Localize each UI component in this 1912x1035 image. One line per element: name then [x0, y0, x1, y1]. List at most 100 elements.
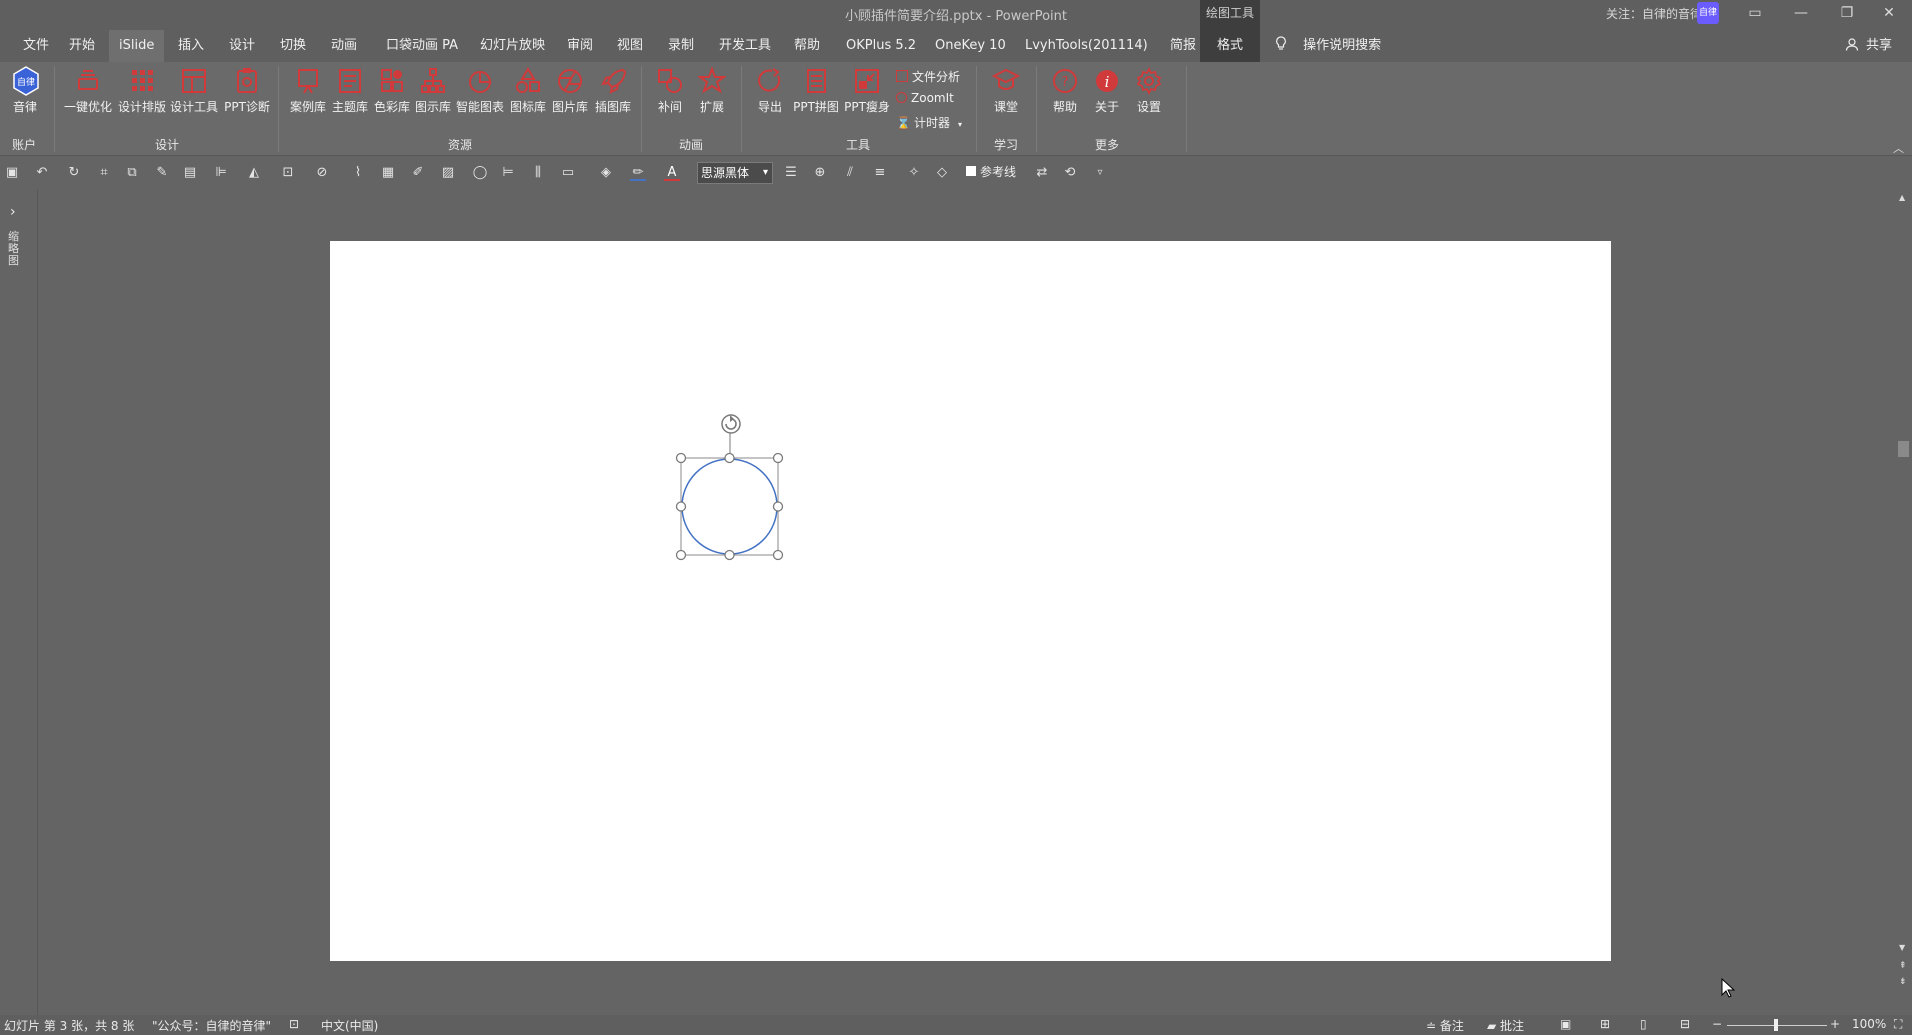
extend-button[interactable]: 扩展	[694, 66, 730, 115]
shape-merge-icon[interactable]: ⊘	[314, 165, 330, 181]
cases-button[interactable]: 案例库	[286, 66, 330, 115]
next-slide-icon[interactable]: ⇟	[1899, 977, 1907, 987]
fill-color-icon[interactable]: ◈	[598, 165, 614, 181]
magic-icon[interactable]: ✧	[906, 165, 922, 181]
copy-format-icon[interactable]: ⧉	[124, 165, 140, 181]
scrollbar-thumb[interactable]	[1898, 441, 1909, 457]
file-analysis-button[interactable]: 文件分析	[896, 68, 960, 85]
illustrations-button[interactable]: 插图库	[592, 66, 634, 115]
tab-record[interactable]: 录制	[658, 30, 704, 62]
minimize-button[interactable]: —	[1778, 0, 1824, 28]
font-color-icon[interactable]: A	[664, 165, 680, 181]
tab-format[interactable]: 格式	[1200, 30, 1260, 62]
fit-slide-icon[interactable]: ⛶	[1894, 1017, 1902, 1032]
tab-developer[interactable]: 开发工具	[709, 30, 781, 62]
scroll-up-icon[interactable]: ▲	[1899, 193, 1905, 202]
zoom-in-icon[interactable]: +	[1830, 1017, 1840, 1031]
zoom-out-icon[interactable]: −	[1712, 1017, 1722, 1031]
settings-button[interactable]: 设置	[1131, 66, 1167, 115]
notes-button[interactable]: ≐ 备注	[1426, 1017, 1464, 1034]
oval-icon[interactable]: ◯	[472, 165, 488, 181]
text-box-icon[interactable]: ▤	[182, 165, 198, 181]
save-icon[interactable]: ▣	[4, 165, 20, 181]
help-button[interactable]: ? 帮助	[1047, 66, 1083, 115]
paste-icon[interactable]: ▨	[440, 165, 456, 181]
link-icon[interactable]: ⇄	[1034, 165, 1050, 181]
icons-button[interactable]: 图标库	[508, 66, 548, 115]
optimize-button[interactable]: 一键优化	[62, 66, 114, 115]
diagnose-button[interactable]: PPT诊断	[222, 66, 272, 115]
resize-handle[interactable]	[724, 452, 735, 464]
tab-home[interactable]: 开始	[59, 30, 105, 62]
accessibility-icon[interactable]: ⊡	[289, 1017, 299, 1031]
resize-handle[interactable]	[724, 549, 735, 561]
crop-icon[interactable]: ⊡	[280, 165, 296, 181]
tab-slideshow[interactable]: 幻灯片放映	[470, 30, 555, 62]
tab-review[interactable]: 审阅	[557, 30, 603, 62]
avatar[interactable]: 自律	[1697, 2, 1719, 24]
tag-icon[interactable]: ◇	[934, 165, 950, 181]
collapse-ribbon-icon[interactable]: ︿	[1893, 140, 1904, 156]
flip-icon[interactable]: ◭	[246, 165, 262, 181]
expand-thumbnails-icon[interactable]: ›	[10, 204, 16, 220]
tab-insert[interactable]: 插入	[168, 30, 214, 62]
grid-lines-icon[interactable]: ▦	[380, 165, 396, 181]
tab-animations[interactable]: 动画	[321, 30, 367, 62]
undo-icon[interactable]: ↶	[34, 165, 50, 181]
spacing-icon[interactable]: ⫽	[842, 165, 858, 181]
ppt-merge-button[interactable]: PPT拼图	[792, 66, 840, 115]
eraser-icon[interactable]: ✐	[410, 165, 426, 181]
design-tools-button[interactable]: 设计工具	[168, 66, 220, 115]
tell-me-search[interactable]: 操作说明搜索	[1275, 30, 1381, 62]
list-icon[interactable]: ≡	[872, 165, 888, 181]
redo-icon[interactable]: ↻	[66, 165, 82, 181]
scroll-down-icon[interactable]: ▼	[1899, 943, 1905, 952]
rotate-handle-icon[interactable]	[721, 414, 741, 434]
restore-button[interactable]: ❐	[1824, 0, 1870, 28]
slide-canvas[interactable]	[330, 241, 1611, 961]
layout-button[interactable]: 设计排版	[116, 66, 168, 115]
pictures-button[interactable]: 图片库	[550, 66, 590, 115]
brush-icon[interactable]: ⌇	[350, 165, 366, 181]
tween-button[interactable]: 补间	[652, 66, 688, 115]
about-button[interactable]: i 关于	[1089, 66, 1125, 115]
tab-onekey[interactable]: OneKey 10	[925, 30, 1016, 62]
tab-okplus[interactable]: OKPlus 5.2	[836, 30, 926, 62]
smart-charts-button[interactable]: 智能图表	[454, 66, 506, 115]
resize-handle[interactable]	[675, 549, 687, 561]
close-button[interactable]: ✕	[1866, 0, 1912, 28]
slideshow-view-icon[interactable]: ⊟	[1680, 1017, 1690, 1031]
tab-transitions[interactable]: 切换	[270, 30, 316, 62]
font-name-select[interactable]: 思源黑体 ▾	[697, 162, 773, 184]
normal-view-icon[interactable]: ▣	[1560, 1017, 1571, 1031]
tab-help[interactable]: 帮助	[784, 30, 830, 62]
colors-button[interactable]: 色彩库	[372, 66, 412, 115]
center-align-icon[interactable]: ⊕	[812, 165, 828, 181]
comments-button[interactable]: ▰ 批注	[1487, 1017, 1524, 1034]
format-painter-icon[interactable]: ⌗	[96, 165, 112, 181]
ppt-slim-button[interactable]: PPT瘦身	[842, 66, 892, 115]
ribbon-display-options-button[interactable]: ▭	[1732, 0, 1778, 28]
align-left-icon[interactable]: ⊨	[500, 165, 516, 181]
diagrams-button[interactable]: 图示库	[413, 66, 453, 115]
tab-design[interactable]: 设计	[219, 30, 265, 62]
resize-handle[interactable]	[675, 452, 687, 464]
tab-pocket-animation[interactable]: 口袋动画 PA	[376, 30, 468, 62]
tab-lvyhtools[interactable]: LvyhTools(201114)	[1015, 30, 1158, 62]
bullets-icon[interactable]: ☰	[783, 165, 799, 181]
themes-button[interactable]: 主题库	[330, 66, 370, 115]
resize-handle[interactable]	[772, 501, 784, 512]
outline-color-icon[interactable]: ✏	[630, 165, 646, 181]
timer-button[interactable]: ⌛ 计时器 ▾	[896, 114, 962, 131]
resize-handle[interactable]	[675, 501, 687, 512]
reference-line-checkbox[interactable]: 参考线	[966, 163, 1016, 180]
slide-sorter-icon[interactable]: ⊞	[1600, 1017, 1610, 1031]
zoomit-button[interactable]: ZoomIt	[896, 91, 954, 105]
yinlv-button[interactable]: 自律 音律	[8, 66, 42, 115]
distribute-icon[interactable]: ⫼	[530, 165, 546, 181]
previous-slide-icon[interactable]: ⇞	[1899, 961, 1907, 971]
resize-handle[interactable]	[772, 549, 784, 561]
reading-view-icon[interactable]: ▯	[1640, 1017, 1647, 1031]
resize-handle[interactable]	[772, 452, 784, 464]
tab-view[interactable]: 视图	[607, 30, 653, 62]
